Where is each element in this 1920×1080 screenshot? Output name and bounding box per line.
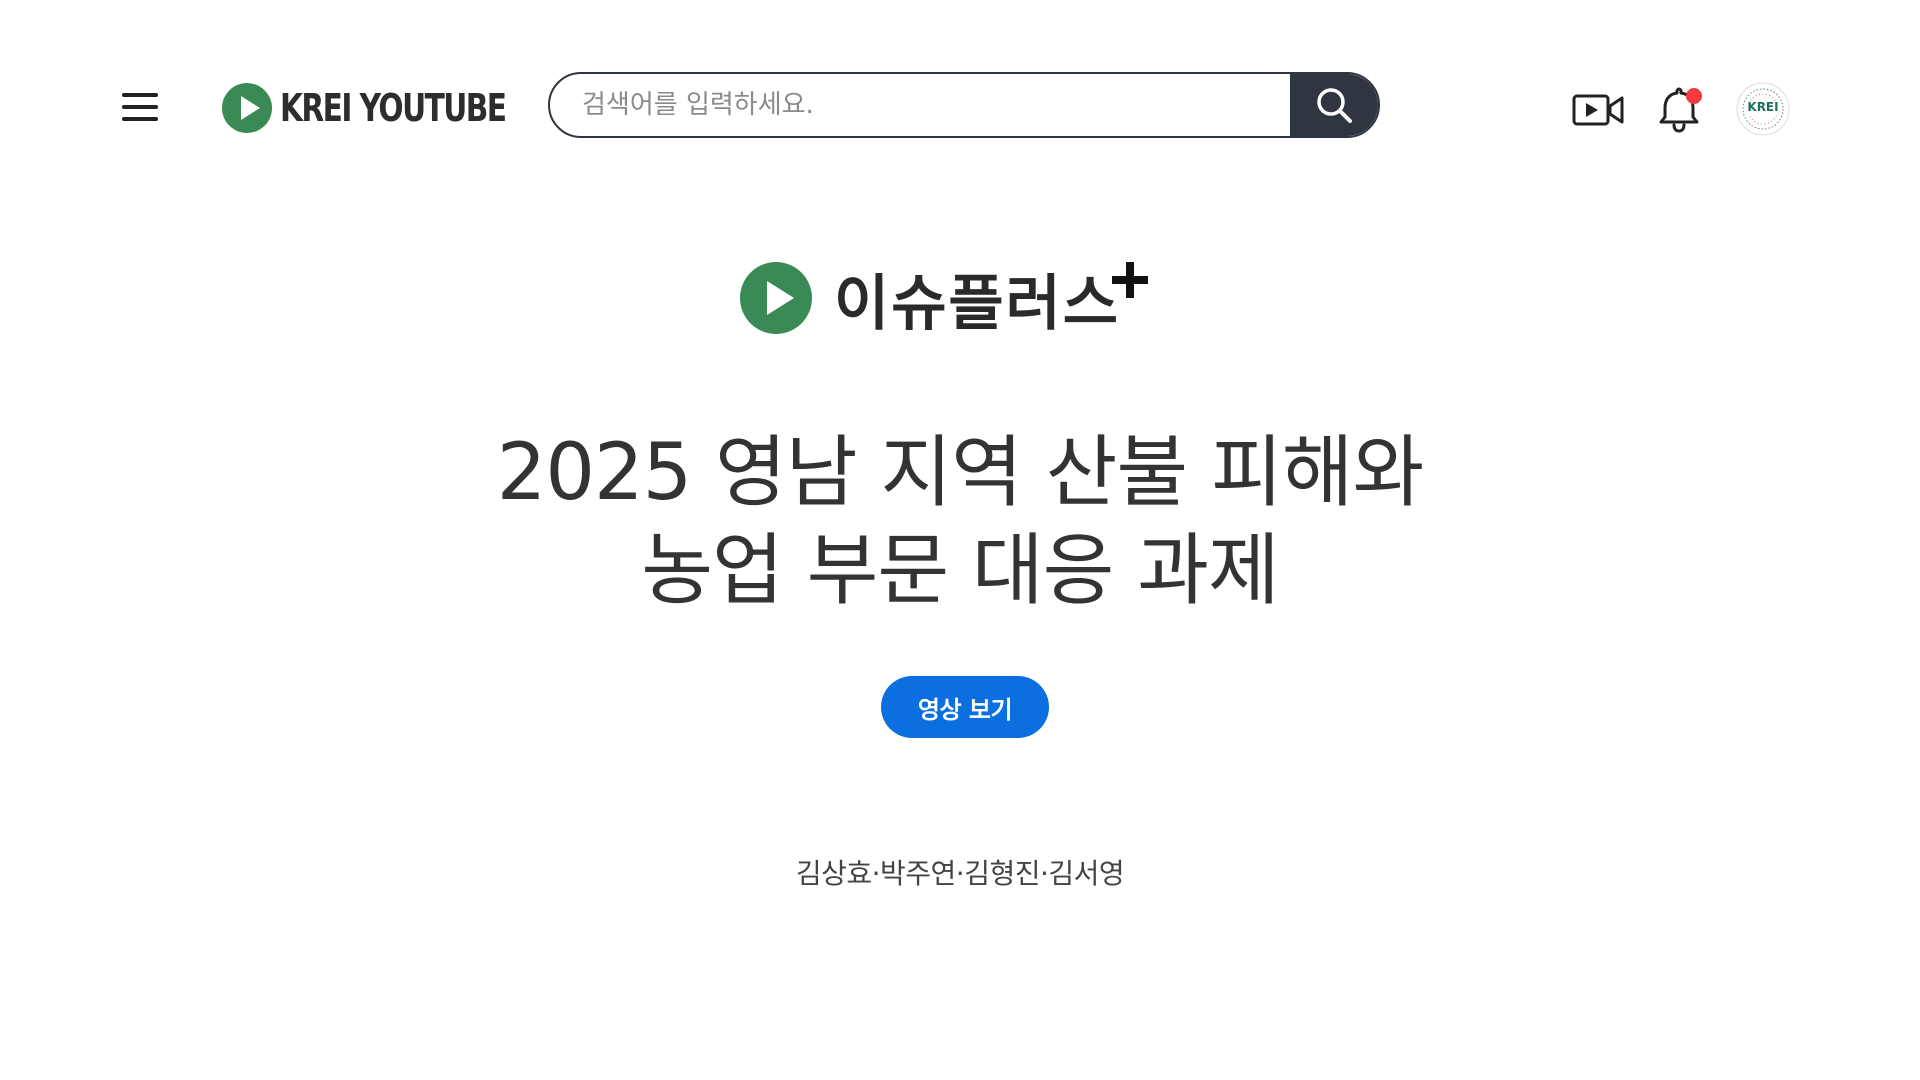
- avatar-label: KREI: [1747, 100, 1779, 114]
- issue-plus-brand: 이슈플러스: [740, 258, 1120, 339]
- video-camera-glyph: [1572, 94, 1624, 126]
- menu-icon[interactable]: [122, 91, 158, 123]
- top-header: KREI YOUTUBE 검색어를 입력하세요. KREI: [0, 0, 1920, 220]
- menu-bar: [122, 105, 158, 109]
- search-bar: [548, 72, 1380, 138]
- notification-dot: [1686, 88, 1702, 104]
- plus-icon: [1108, 258, 1152, 302]
- watch-video-button[interactable]: 영상 보기: [881, 676, 1049, 738]
- page: KREI YOUTUBE 검색어를 입력하세요. KREI 이슈플러스 2025…: [0, 0, 1920, 1080]
- headline: 2025 영남 지역 산불 피해와 농업 부문 대응 과제: [0, 424, 1920, 620]
- search-input[interactable]: [550, 74, 1290, 136]
- headline-line-1: 2025 영남 지역 산불 피해와: [496, 428, 1425, 518]
- authors: 김상효·박주연·김형진·김서영: [795, 857, 1125, 890]
- krei-avatar[interactable]: KREI: [1736, 82, 1790, 136]
- logo-text: KREI YOUTUBE: [280, 86, 507, 130]
- brand-title: 이슈플러스: [834, 268, 1120, 339]
- headline-line-2: 농업 부문 대응 과제: [641, 526, 1279, 616]
- logo-link[interactable]: KREI YOUTUBE: [222, 82, 569, 134]
- search-icon: [1317, 88, 1352, 123]
- play-circle-icon: [740, 262, 812, 334]
- menu-bar: [122, 93, 158, 97]
- search-button[interactable]: [1290, 74, 1378, 136]
- video-camera-icon[interactable]: [1572, 92, 1624, 128]
- menu-bar: [122, 117, 158, 121]
- notification-bell-icon[interactable]: [1654, 84, 1704, 134]
- play-logo-icon: [222, 83, 272, 133]
